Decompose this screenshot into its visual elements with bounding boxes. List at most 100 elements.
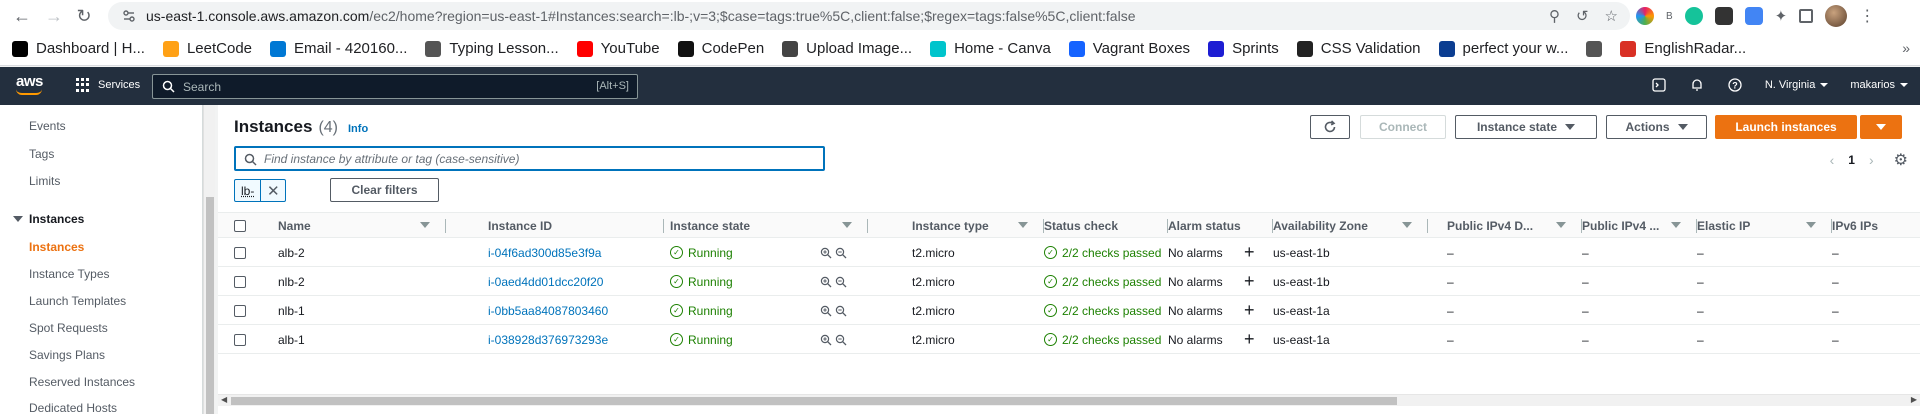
instance-state-button[interactable]: Instance state [1455,115,1597,139]
table-row[interactable]: alb-1 i-038928d376973293e ✓ Running t2.micro… [218,325,1920,354]
add-alarm-plus-icon[interactable]: + [1244,300,1255,321]
sidebar-item-instance-types[interactable]: Instance Types [29,267,110,281]
sidebar-section-instances[interactable]: Instances [13,212,84,226]
bookmark-item[interactable]: Typing Lesson... [425,40,558,57]
zoom-icon[interactable]: ⚲ [1549,7,1560,25]
scroll-right-icon[interactable]: ▶ [1911,395,1917,404]
column-resize-handle[interactable] [867,219,868,233]
services-menu[interactable]: Services [76,78,140,92]
refresh-button[interactable] [1310,115,1350,139]
instance-id-link[interactable]: i-038928d376973293e [488,325,664,354]
aws-search-input[interactable] [183,80,563,94]
bookmark-item[interactable]: Home - Canva [930,40,1051,57]
column-header[interactable]: Instance state [670,213,868,239]
bookmark-item[interactable]: CodePen [678,40,765,57]
bookmark-item[interactable]: Dashboard | H... [12,40,145,57]
bookmark-item[interactable]: Vagrant Boxes [1069,40,1190,57]
row-checkbox[interactable] [234,334,246,346]
filter-caret-icon[interactable] [1018,222,1028,228]
remove-token-close-icon[interactable]: ✕ [261,182,285,200]
back-icon[interactable]: ← [8,2,36,30]
instance-id-link[interactable]: i-0bb5aa84087803460 [488,296,664,325]
sidebar-item-instances[interactable]: Instances [29,240,84,254]
column-header[interactable]: Instance ID [488,213,664,239]
zoom-in-icon[interactable] [820,334,832,346]
table-row[interactable]: nlb-1 i-0bb5aa84087803460 ✓ Running t2.micro… [218,296,1920,325]
sidebar-item-spot-requests[interactable]: Spot Requests [29,321,108,335]
menu-icon[interactable]: ⋮ [1859,6,1875,26]
prev-page-icon[interactable]: ‹ [1830,152,1835,168]
zoom-out-icon[interactable] [835,334,847,346]
column-header[interactable]: Alarm status [1168,213,1273,239]
bookmark-item[interactable]: Sprints [1208,40,1279,57]
extension-puzzle-dark-icon[interactable] [1715,7,1733,25]
bookmark-item[interactable] [1586,41,1602,57]
column-header[interactable]: Instance type [912,213,1044,239]
column-header[interactable]: Elastic IP [1697,213,1832,239]
column-header[interactable]: Public IPv4 D... [1447,213,1582,239]
filter-caret-icon[interactable] [1556,222,1566,228]
sidebar-item-tags[interactable]: Tags [29,147,54,161]
filter-caret-icon[interactable] [420,222,430,228]
instance-filter[interactable] [234,146,825,171]
zoom-in-icon[interactable] [820,305,832,317]
zoom-out-icon[interactable] [835,305,847,317]
row-checkbox[interactable] [234,276,246,288]
account-menu[interactable]: makarios [1850,79,1908,91]
add-alarm-plus-icon[interactable]: + [1244,329,1255,350]
clear-filters-button[interactable]: Clear filters [330,178,439,202]
share-icon[interactable]: ↺ [1576,7,1589,25]
scrollbar-thumb[interactable] [206,197,214,414]
table-row[interactable]: alb-2 i-04f6ad300d85e3f9a ✓ Running t2.micro… [218,238,1920,267]
sidebar-item-dedicated-hosts[interactable]: Dedicated Hosts [29,401,117,414]
table-row[interactable]: nlb-2 i-0aed4dd01dcc20f20 ✓ Running t2.micro… [218,267,1920,296]
add-alarm-plus-icon[interactable]: + [1244,271,1255,292]
filter-caret-icon[interactable] [1671,222,1681,228]
column-resize-handle[interactable] [445,219,446,233]
bookmark-item[interactable]: YouTube [577,40,660,57]
next-page-icon[interactable]: › [1869,152,1874,168]
launch-instances-button[interactable]: Launch instances [1715,115,1857,139]
filter-token-label[interactable]: lb- [235,180,261,201]
column-resize-handle[interactable] [1427,219,1428,233]
help-icon[interactable]: ? [1727,77,1743,93]
column-header[interactable]: Public IPv4 ... [1582,213,1697,239]
sidebar-scrollbar[interactable] [203,105,215,414]
status-check-text[interactable]: 2/2 checks passed [1062,304,1161,318]
add-alarm-plus-icon[interactable]: + [1244,242,1255,263]
status-check-text[interactable]: 2/2 checks passed [1062,333,1161,347]
connect-button[interactable]: Connect [1360,115,1446,139]
instance-filter-input[interactable] [264,152,804,166]
address-bar[interactable]: us-east-1.console.aws.amazon.com/ec2/hom… [108,2,1630,30]
actions-button[interactable]: Actions [1606,115,1707,139]
sidebar-item-limits[interactable]: Limits [29,174,60,188]
bookmark-item[interactable]: CSS Validation [1297,40,1421,57]
zoom-out-icon[interactable] [835,276,847,288]
instance-id-link[interactable]: i-04f6ad300d85e3f9a [488,238,664,267]
forward-icon[interactable]: → [40,2,68,30]
bookmark-star-icon[interactable]: ☆ [1605,7,1618,25]
cloudshell-icon[interactable] [1651,77,1667,93]
column-header[interactable]: Availability Zone [1273,213,1428,239]
settings-gear-icon[interactable]: ⚙ [1894,150,1908,170]
bookmark-item[interactable]: Upload Image... [782,40,912,57]
extension-b-icon[interactable]: B [1666,11,1673,22]
horizontal-scrollbar[interactable]: ◀ ▶ [218,394,1920,406]
page-number[interactable]: 1 [1848,153,1855,167]
sidebar-item-reserved-instances[interactable]: Reserved Instances [29,375,135,389]
bookmark-item[interactable]: LeetCode [163,40,252,57]
sidepanel-icon[interactable] [1799,9,1813,23]
site-info-icon[interactable] [122,9,136,23]
column-header[interactable]: Status check [1044,213,1168,239]
bookmark-item[interactable]: EnglishRadar... [1620,40,1746,57]
select-all-checkbox[interactable] [234,220,246,232]
filter-caret-icon[interactable] [1402,222,1412,228]
sidebar-item-launch-templates[interactable]: Launch Templates [29,294,126,308]
sidebar-item-savings-plans[interactable]: Savings Plans [29,348,105,362]
instance-id-link[interactable]: i-0aed4dd01dcc20f20 [488,267,664,296]
status-check-text[interactable]: 2/2 checks passed [1062,246,1161,260]
aws-logo[interactable]: aws [16,73,43,90]
column-header[interactable]: IPv6 IPs [1832,213,1920,239]
bookmark-item[interactable]: Email - 420160... [270,40,407,57]
column-resize-handle[interactable] [663,219,664,233]
